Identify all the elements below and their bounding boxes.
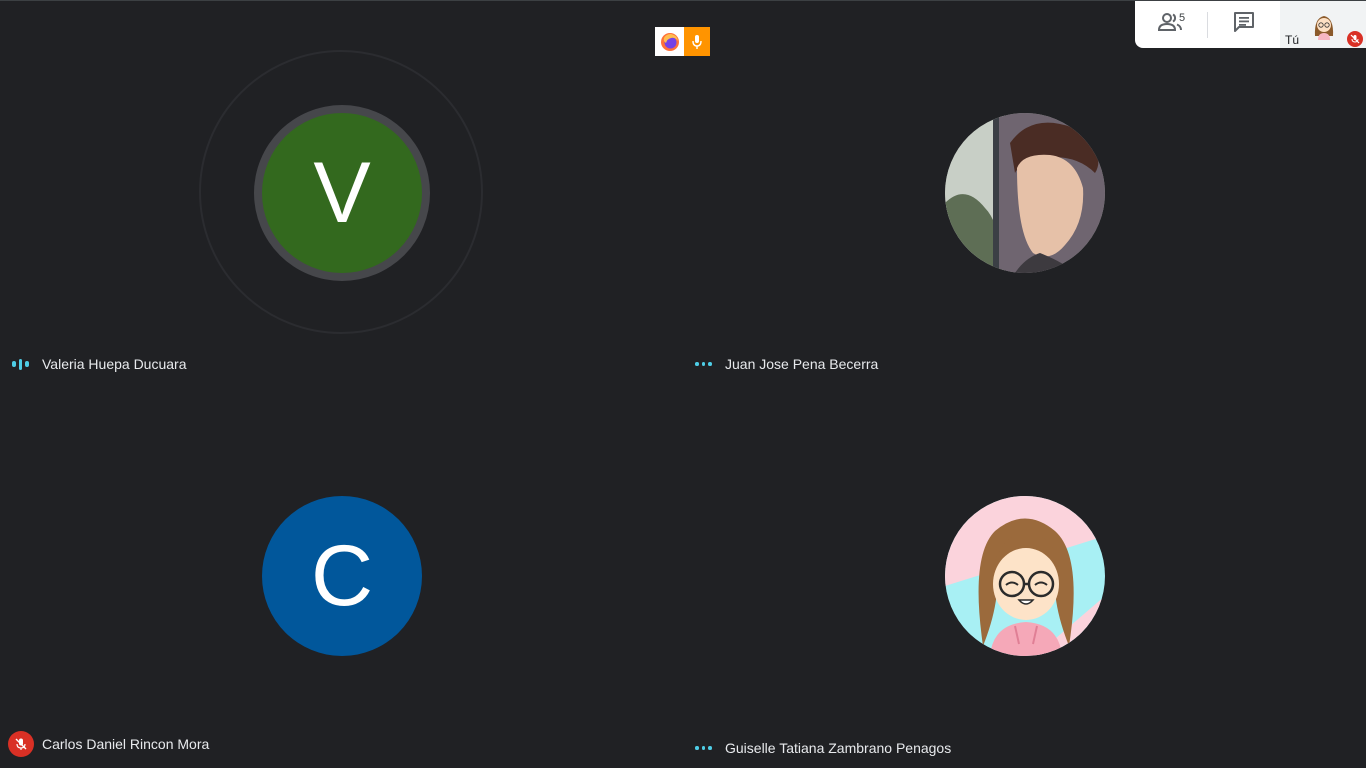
profile-photo: [945, 113, 1105, 273]
participant-name-row: Carlos Daniel Rincon Mora: [8, 731, 210, 757]
profile-photo: [945, 496, 1105, 656]
participant-name: Juan Jose Pena Becerra: [725, 356, 879, 372]
participant-tile[interactable]: C Carlos Daniel Rincon Mora: [0, 384, 683, 767]
meeting-stage: 5 Tú V Valeria Huepa Ducuara Juan Jose P…: [0, 0, 1366, 768]
avatar-initial: V: [262, 113, 422, 273]
participant-name: Guiselle Tatiana Zambrano Penagos: [725, 740, 952, 756]
avatar: V: [262, 113, 422, 273]
participant-name-row: Guiselle Tatiana Zambrano Penagos: [695, 740, 951, 756]
avatar: C: [262, 496, 422, 656]
connected-status-icon: [695, 746, 712, 750]
participant-name: Valeria Huepa Ducuara: [42, 356, 187, 372]
audio-level-icon: [12, 358, 29, 370]
participant-name: Carlos Daniel Rincon Mora: [42, 736, 210, 752]
participant-tile[interactable]: V Valeria Huepa Ducuara: [0, 0, 683, 383]
avatar-initial: C: [262, 496, 422, 656]
participant-tile[interactable]: Guiselle Tatiana Zambrano Penagos: [683, 384, 1366, 767]
connected-status-icon: [695, 362, 712, 366]
mic-off-icon: [8, 731, 34, 757]
avatar: [945, 496, 1105, 656]
participant-tile[interactable]: Juan Jose Pena Becerra: [683, 0, 1366, 383]
participant-name-row: Juan Jose Pena Becerra: [695, 356, 878, 372]
participant-name-row: Valeria Huepa Ducuara: [12, 356, 187, 372]
avatar: [945, 113, 1105, 273]
